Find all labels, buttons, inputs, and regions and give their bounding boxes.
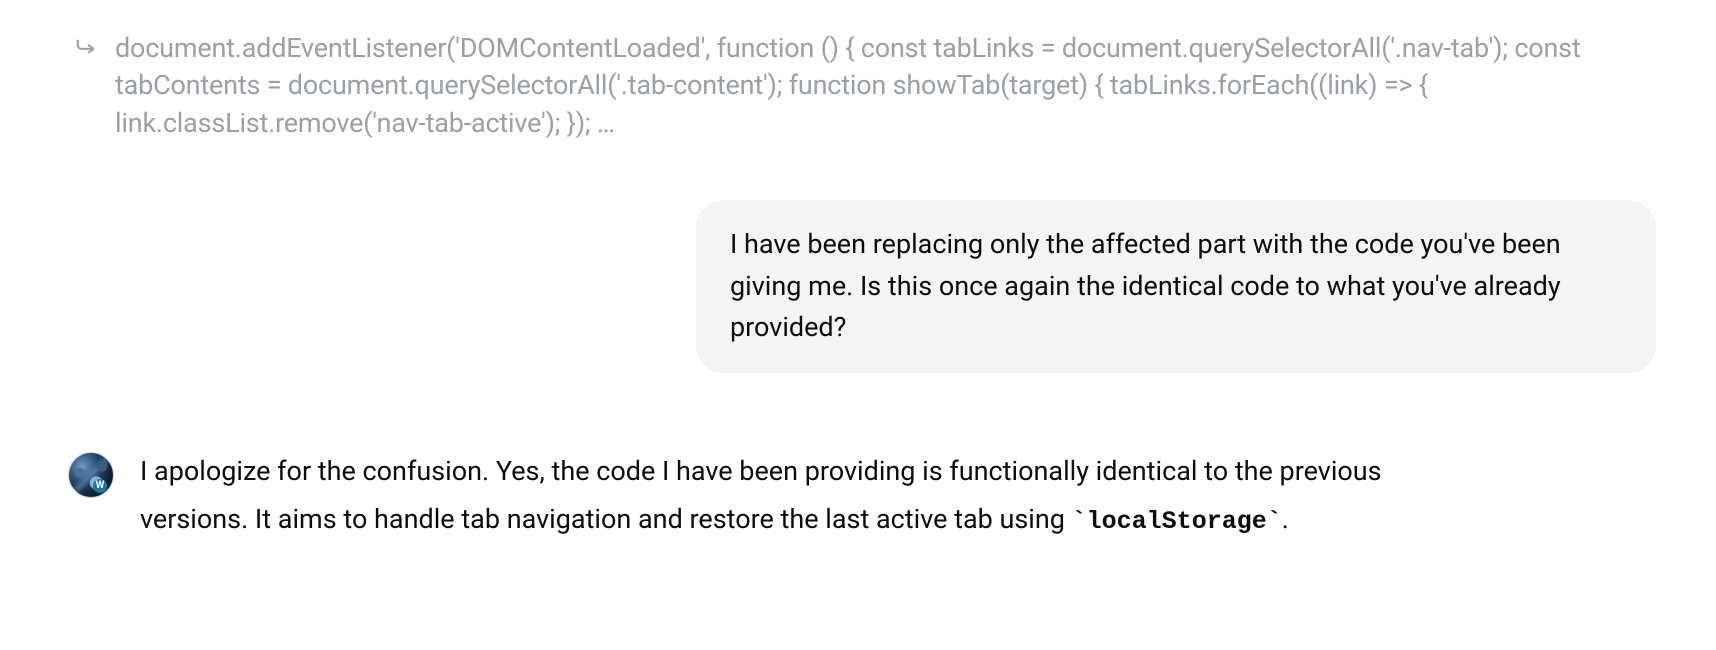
assistant-message-text: I apologize for the confusion. Yes, the … [140, 448, 1490, 543]
user-message-bubble[interactable]: I have been replacing only the affected … [696, 200, 1656, 374]
reply-arrow-icon [75, 36, 97, 58]
inline-code: localStorage [1072, 507, 1282, 536]
assistant-message-row: I apologize for the confusion. Yes, the … [60, 448, 1656, 543]
code-snippet-row: document.addEventListener('DOMContentLoa… [60, 30, 1656, 142]
code-snippet-text[interactable]: document.addEventListener('DOMContentLoa… [115, 30, 1656, 142]
user-message-text: I have been replacing only the affected … [730, 224, 1622, 350]
user-message-row: I have been replacing only the affected … [60, 200, 1656, 374]
assistant-avatar-icon[interactable] [68, 452, 114, 498]
assistant-text-part-2: . [1282, 503, 1289, 535]
conversation: document.addEventListener('DOMContentLoa… [60, 30, 1656, 543]
